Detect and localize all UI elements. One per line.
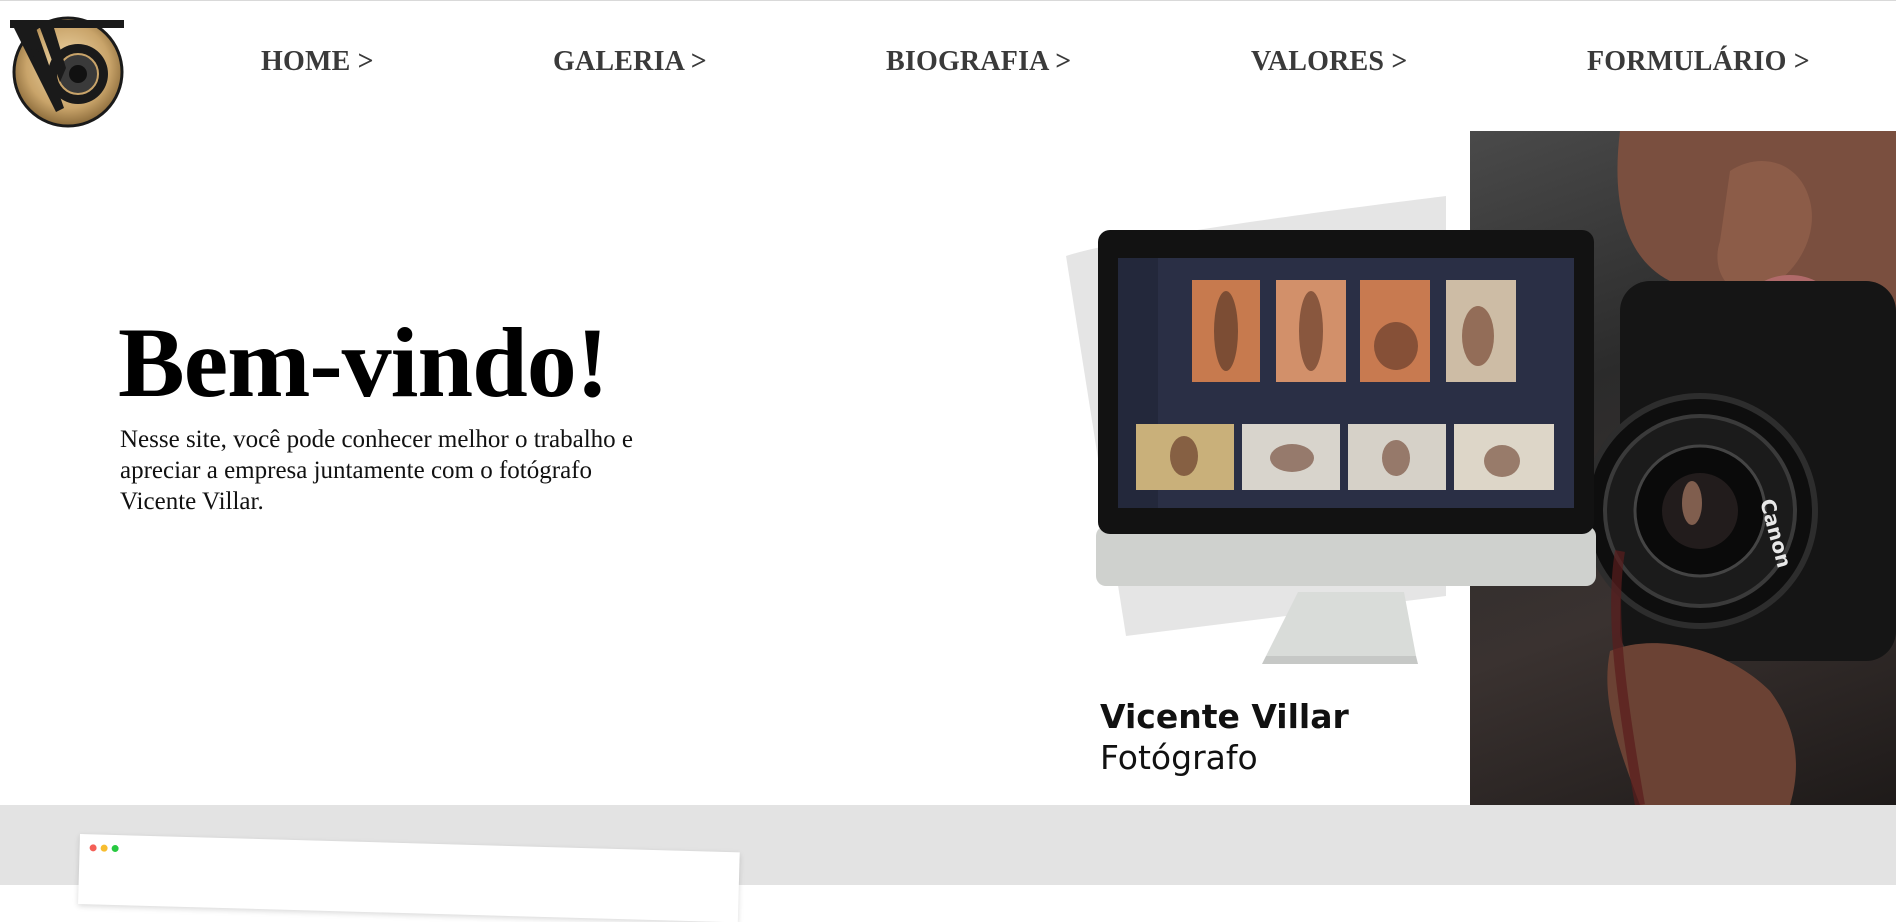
- window-minimize-dot-icon: [100, 844, 108, 852]
- window-close-dot-icon: [89, 844, 97, 852]
- main-nav: HOME > GALERIA > BIOGRAFIA > VALORES > F…: [0, 46, 1896, 86]
- nav-home[interactable]: HOME >: [261, 46, 374, 78]
- nav-biografia[interactable]: BIOGRAFIA >: [886, 46, 1071, 78]
- monitor-image: [1066, 196, 1596, 664]
- nav-galeria[interactable]: GALERIA >: [553, 46, 707, 78]
- photographer-role: Fotógrafo: [1100, 738, 1258, 777]
- hero-title: Bem-vindo!: [118, 307, 609, 418]
- top-border: [0, 0, 1896, 1]
- window-maximize-dot-icon: [111, 844, 119, 853]
- monitor-mockup: [1066, 196, 1606, 676]
- nav-valores[interactable]: VALORES >: [1251, 46, 1408, 78]
- nav-formulario[interactable]: FORMULÁRIO >: [1587, 46, 1810, 78]
- hero-text: Nesse site, você pode conhecer melhor o …: [120, 426, 633, 515]
- photographer-name: Vicente Villar: [1100, 697, 1349, 736]
